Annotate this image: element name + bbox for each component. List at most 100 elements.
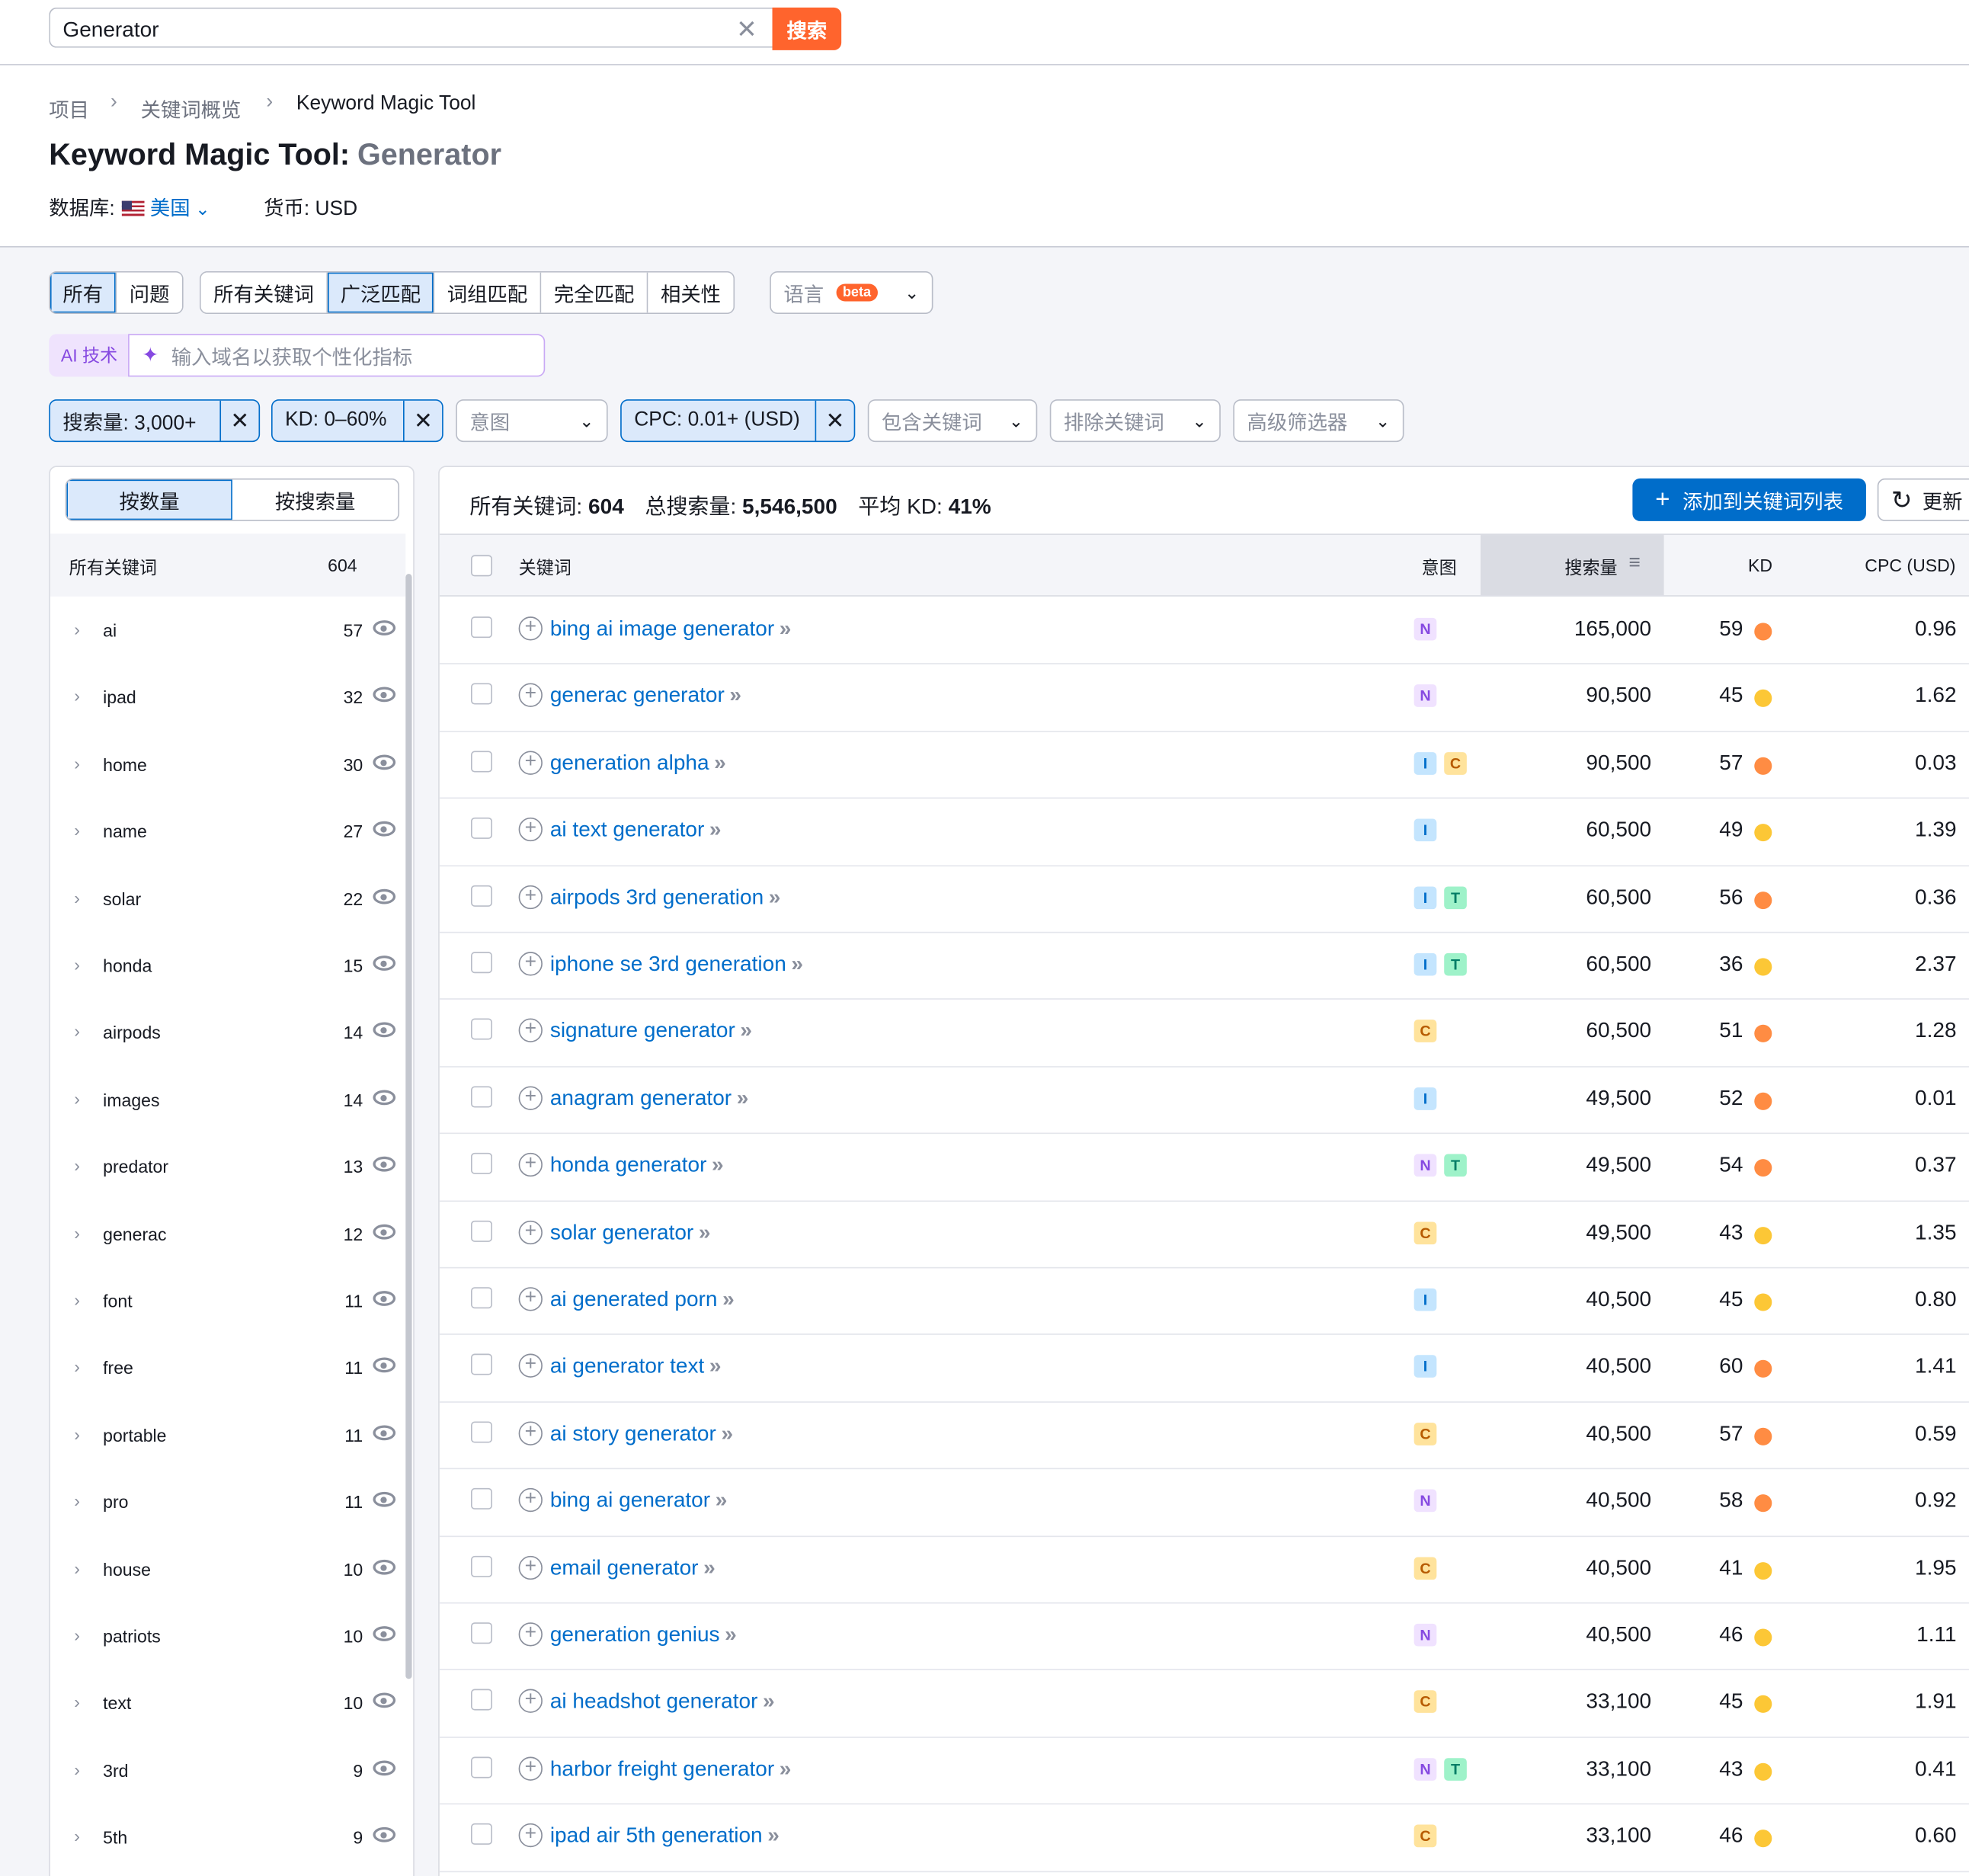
row-checkbox[interactable] bbox=[471, 1086, 493, 1108]
intent-badge-T[interactable]: T bbox=[1444, 1154, 1467, 1177]
keyword-link[interactable]: solar generator» bbox=[550, 1220, 711, 1245]
keyword-link[interactable]: iphone se 3rd generation» bbox=[550, 952, 803, 977]
intent-badge-I[interactable]: I bbox=[1414, 1355, 1437, 1378]
double-chevron-icon[interactable]: » bbox=[714, 751, 726, 774]
intent-badge-T[interactable]: T bbox=[1444, 952, 1467, 976]
row-checkbox[interactable] bbox=[471, 1756, 493, 1778]
intent-badge-T[interactable]: T bbox=[1444, 885, 1467, 909]
intent-badge-C[interactable]: C bbox=[1414, 1556, 1437, 1580]
group-item-name[interactable]: › name 27 bbox=[50, 798, 405, 864]
eye-icon[interactable] bbox=[373, 1760, 396, 1775]
eye-icon[interactable] bbox=[373, 1626, 396, 1641]
keyword-link[interactable]: ai text generator» bbox=[550, 818, 722, 843]
double-chevron-icon[interactable]: » bbox=[709, 818, 722, 841]
intent-badge-N[interactable]: N bbox=[1414, 1757, 1437, 1781]
keyword-link[interactable]: ai headshot generator» bbox=[550, 1689, 775, 1714]
chevron-right-icon[interactable]: › bbox=[74, 1088, 80, 1108]
group-item-patriots[interactable]: › patriots 10 bbox=[50, 1602, 405, 1669]
chevron-right-icon[interactable]: › bbox=[74, 686, 80, 706]
intent-badge-I[interactable]: I bbox=[1414, 1288, 1437, 1311]
database-country[interactable]: 美国 bbox=[150, 198, 190, 219]
intent-badge-N[interactable]: N bbox=[1414, 684, 1437, 708]
intent-badge-I[interactable]: I bbox=[1414, 885, 1437, 909]
chevron-right-icon[interactable]: › bbox=[74, 1155, 80, 1175]
chevron-right-icon[interactable]: › bbox=[74, 887, 80, 907]
intent-badge-I[interactable]: I bbox=[1414, 952, 1437, 976]
eye-icon[interactable] bbox=[373, 1157, 396, 1172]
double-chevron-icon[interactable]: » bbox=[767, 1823, 780, 1847]
eye-icon[interactable] bbox=[373, 1693, 396, 1708]
row-checkbox[interactable] bbox=[471, 616, 493, 639]
intent-badge-N[interactable]: N bbox=[1414, 1154, 1437, 1177]
keyword-link[interactable]: generation genius» bbox=[550, 1622, 737, 1647]
chevron-right-icon[interactable]: › bbox=[74, 1692, 80, 1711]
row-checkbox[interactable] bbox=[471, 1153, 493, 1175]
row-checkbox[interactable] bbox=[471, 751, 493, 773]
row-checkbox[interactable] bbox=[471, 683, 493, 706]
keyword-link[interactable]: generation alpha» bbox=[550, 751, 726, 776]
filter-advanced-dropdown[interactable]: 高级筛选器 ⌄ bbox=[1233, 399, 1404, 443]
intent-badge-N[interactable]: N bbox=[1414, 1623, 1437, 1647]
sort-desc-icon[interactable]: ≡ bbox=[1628, 552, 1640, 575]
group-item-portable[interactable]: › portable 11 bbox=[50, 1401, 405, 1468]
double-chevron-icon[interactable]: » bbox=[791, 952, 803, 975]
eye-icon[interactable] bbox=[373, 1291, 396, 1306]
add-circle-icon[interactable]: + bbox=[518, 1153, 543, 1177]
add-circle-icon[interactable]: + bbox=[518, 1689, 543, 1714]
column-cpc[interactable]: CPC (USD) bbox=[1865, 555, 1955, 575]
tab-related[interactable]: 相关性 bbox=[648, 272, 734, 313]
keyword-link[interactable]: ipad air 5th generation» bbox=[550, 1823, 780, 1849]
intent-badge-C[interactable]: C bbox=[1414, 1422, 1437, 1445]
keyword-link[interactable]: signature generator» bbox=[550, 1019, 752, 1044]
add-circle-icon[interactable]: + bbox=[518, 1086, 543, 1110]
chevron-right-icon[interactable]: › bbox=[74, 1557, 80, 1577]
tab-questions[interactable]: 问题 bbox=[117, 272, 183, 313]
chevron-right-icon[interactable]: › bbox=[74, 1423, 80, 1443]
eye-icon[interactable] bbox=[373, 821, 396, 837]
eye-icon[interactable] bbox=[373, 1827, 396, 1842]
sort-by-count[interactable]: 按数量 bbox=[66, 479, 232, 520]
double-chevron-icon[interactable]: » bbox=[721, 1421, 733, 1445]
double-chevron-icon[interactable]: » bbox=[780, 1756, 792, 1780]
group-item-generac[interactable]: › generac 12 bbox=[50, 1200, 405, 1266]
filter-exclude-dropdown[interactable]: 排除关键词 ⌄ bbox=[1049, 399, 1221, 443]
eye-icon[interactable] bbox=[373, 620, 396, 635]
group-item-5th[interactable]: › 5th 9 bbox=[50, 1804, 405, 1870]
double-chevron-icon[interactable]: » bbox=[740, 1019, 752, 1042]
update-button[interactable]: ↻ 更新 bbox=[1877, 478, 1969, 521]
add-circle-icon[interactable]: + bbox=[518, 1488, 543, 1513]
double-chevron-icon[interactable]: » bbox=[709, 1354, 722, 1378]
search-button[interactable]: 搜索 bbox=[772, 7, 842, 50]
eye-icon[interactable] bbox=[373, 1425, 396, 1440]
intent-badge-C[interactable]: C bbox=[1414, 1221, 1437, 1244]
breadcrumb-projects[interactable]: 项目 bbox=[49, 93, 89, 123]
select-all-checkbox[interactable] bbox=[471, 555, 493, 577]
double-chevron-icon[interactable]: » bbox=[716, 1488, 728, 1512]
group-item-predator[interactable]: › predator 13 bbox=[50, 1133, 405, 1199]
keyword-link[interactable]: bing ai image generator» bbox=[550, 616, 792, 642]
eye-icon[interactable] bbox=[373, 1559, 396, 1574]
row-checkbox[interactable] bbox=[471, 818, 493, 840]
group-item-house[interactable]: › house 10 bbox=[50, 1535, 405, 1602]
double-chevron-icon[interactable]: » bbox=[712, 1153, 724, 1177]
intent-badge-I[interactable]: I bbox=[1414, 818, 1437, 842]
chevron-right-icon[interactable]: › bbox=[74, 1289, 80, 1309]
eye-icon[interactable] bbox=[373, 888, 396, 904]
filter-intent-dropdown[interactable]: 意图 ⌄ bbox=[456, 399, 608, 443]
row-checkbox[interactable] bbox=[471, 1354, 493, 1376]
double-chevron-icon[interactable]: » bbox=[703, 1555, 716, 1579]
row-checkbox[interactable] bbox=[471, 1555, 493, 1577]
keyword-link[interactable]: email generator» bbox=[550, 1555, 716, 1580]
eye-icon[interactable] bbox=[373, 687, 396, 703]
add-circle-icon[interactable]: + bbox=[518, 1220, 543, 1244]
eye-icon[interactable] bbox=[373, 1224, 396, 1239]
double-chevron-icon[interactable]: » bbox=[722, 1287, 735, 1311]
chevron-right-icon[interactable]: › bbox=[74, 1356, 80, 1376]
eye-icon[interactable] bbox=[373, 956, 396, 971]
keyword-link[interactable]: airpods 3rd generation» bbox=[550, 885, 781, 910]
row-checkbox[interactable] bbox=[471, 1287, 493, 1309]
filter-volume-chip[interactable]: 搜索量: 3,000+ ✕ bbox=[49, 399, 261, 443]
group-all-keywords[interactable]: 所有关键词 604 bbox=[50, 533, 406, 597]
keyword-link[interactable]: generac generator» bbox=[550, 683, 741, 709]
tab-all[interactable]: 所有 bbox=[50, 272, 117, 313]
